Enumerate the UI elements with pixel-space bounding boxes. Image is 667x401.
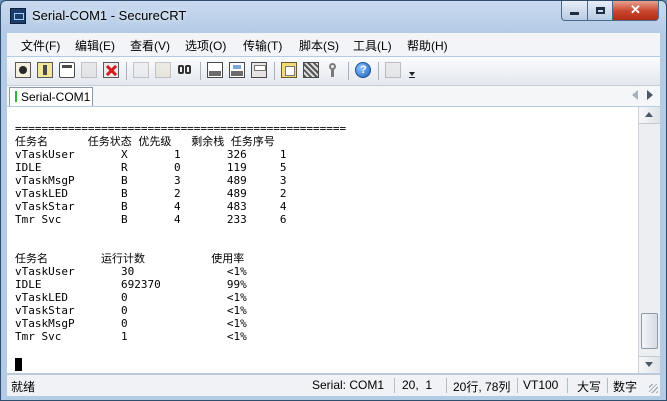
- status-num-lock: 数字: [613, 380, 638, 394]
- find-icon[interactable]: [177, 62, 193, 78]
- status-separator: [567, 378, 568, 393]
- status-session: Serial: COM1: [312, 378, 385, 392]
- resize-grip-icon[interactable]: [649, 384, 658, 393]
- minimize-icon: [570, 12, 579, 16]
- tab-serial-com1[interactable]: Serial-COM1: [9, 87, 93, 106]
- vertical-scrollbar[interactable]: [638, 107, 660, 373]
- menu-help[interactable]: 帮助(H): [407, 37, 448, 54]
- paste-icon[interactable]: [155, 62, 171, 78]
- toolbar-separator: [348, 62, 349, 80]
- tab-scroll-right-icon[interactable]: [647, 90, 653, 100]
- sftp-icon[interactable]: [385, 62, 401, 78]
- menu-tools[interactable]: 工具(L): [353, 37, 392, 54]
- scroll-up-icon: [645, 112, 653, 117]
- scroll-down-button[interactable]: [639, 356, 660, 373]
- terminal-line: vTaskStar B 4 483 4: [15, 200, 287, 213]
- menu-transfer[interactable]: 传输(T): [243, 37, 282, 54]
- tab-scroll-left-icon[interactable]: [632, 90, 638, 100]
- terminal-output: ========================================…: [15, 122, 346, 343]
- connection-status-indicator: [15, 91, 17, 102]
- maximize-icon: [595, 7, 605, 15]
- session-tab-bar: Serial-COM1: [7, 86, 660, 106]
- terminal-line: vTaskLED B 2 489 2: [15, 187, 287, 200]
- status-separator: [607, 378, 608, 393]
- maximize-button[interactable]: [587, 1, 613, 21]
- toolbar-overflow-icon[interactable]: [407, 62, 417, 78]
- print-selection-icon[interactable]: [229, 62, 245, 78]
- terminal-screen[interactable]: ========================================…: [7, 107, 638, 373]
- terminal-line: Tmr Svc B 4 233 6: [15, 213, 287, 226]
- status-separator: [394, 378, 395, 393]
- print-setup-icon[interactable]: [251, 62, 267, 78]
- toolbar: ?: [7, 57, 660, 86]
- terminal-line: vTaskUser 30 <1%: [15, 265, 247, 278]
- terminal-line: IDLE 692370 99%: [15, 278, 247, 291]
- status-emulation: VT100: [523, 378, 559, 392]
- toolbar-separator: [274, 62, 275, 80]
- menu-view[interactable]: 查看(V): [130, 37, 170, 54]
- status-bar: 就绪 Serial: COM1 20, 1 20行, 78列 VT100 大写 …: [7, 374, 660, 396]
- scroll-down-icon: [645, 362, 653, 367]
- connect-tab-icon[interactable]: [59, 62, 75, 78]
- terminal-line: vTaskMsgP B 3 489 3: [15, 174, 287, 187]
- toolbar-separator: [126, 62, 127, 80]
- reconnect-icon[interactable]: [81, 62, 97, 78]
- terminal-line: 任务名 任务状态 优先级 剩余栈 任务序号: [15, 135, 275, 148]
- terminal-line: ========================================…: [15, 122, 347, 135]
- terminal-line: vTaskUser X 1 326 1: [15, 148, 287, 161]
- menu-options[interactable]: 选项(O): [185, 37, 226, 54]
- session-options-icon[interactable]: [281, 62, 297, 78]
- connect-icon[interactable]: [15, 62, 31, 78]
- quick-connect-icon[interactable]: [37, 62, 53, 78]
- menu-edit[interactable]: 编辑(E): [75, 37, 115, 54]
- terminal-line: vTaskLED 0 <1%: [15, 291, 247, 304]
- close-icon: ✕: [630, 2, 641, 17]
- title-bar[interactable]: Serial-COM1 - SecureCRT ✕: [1, 1, 666, 31]
- tab-label: Serial-COM1: [21, 90, 91, 104]
- terminal-line: vTaskMsgP 0 <1%: [15, 317, 247, 330]
- app-window: Serial-COM1 - SecureCRT ✕ 文件(F) 编辑(E) 查看…: [0, 0, 667, 401]
- terminal-line: vTaskStar 0 <1%: [15, 304, 247, 317]
- status-ready: 就绪: [11, 380, 36, 394]
- toolbar-separator: [378, 62, 379, 80]
- terminal-line: IDLE R 0 119 5: [15, 161, 287, 174]
- terminal-line: 任务名 运行计数 使用率: [15, 252, 245, 265]
- close-button[interactable]: ✕: [612, 1, 659, 21]
- global-options-icon[interactable]: [303, 62, 319, 78]
- disconnect-icon[interactable]: [103, 62, 119, 78]
- menu-script[interactable]: 脚本(S): [299, 37, 339, 54]
- scroll-up-button[interactable]: [639, 107, 660, 124]
- menu-file[interactable]: 文件(F): [21, 37, 60, 54]
- help-icon[interactable]: ?: [355, 62, 371, 78]
- status-separator: [446, 378, 447, 393]
- menu-bar: 文件(F) 编辑(E) 查看(V) 选项(O) 传输(T) 脚本(S) 工具(L…: [7, 33, 660, 56]
- status-separator: [517, 378, 518, 393]
- status-terminal-size: 20行, 78列: [453, 380, 511, 394]
- status-caps-lock: 大写: [577, 380, 602, 394]
- keymap-icon[interactable]: [325, 62, 341, 78]
- copy-icon[interactable]: [133, 62, 149, 78]
- securecrt-app-icon[interactable]: [10, 8, 26, 24]
- minimize-button[interactable]: [561, 1, 588, 21]
- scrollbar-thumb[interactable]: [641, 313, 658, 349]
- status-cursor-position: 20, 1: [402, 378, 433, 392]
- toolbar-separator: [200, 62, 201, 80]
- terminal-cursor: [15, 358, 22, 371]
- terminal-line: Tmr Svc 1 <1%: [15, 330, 247, 343]
- window-title: Serial-COM1 - SecureCRT: [32, 8, 187, 23]
- print-icon[interactable]: [207, 62, 223, 78]
